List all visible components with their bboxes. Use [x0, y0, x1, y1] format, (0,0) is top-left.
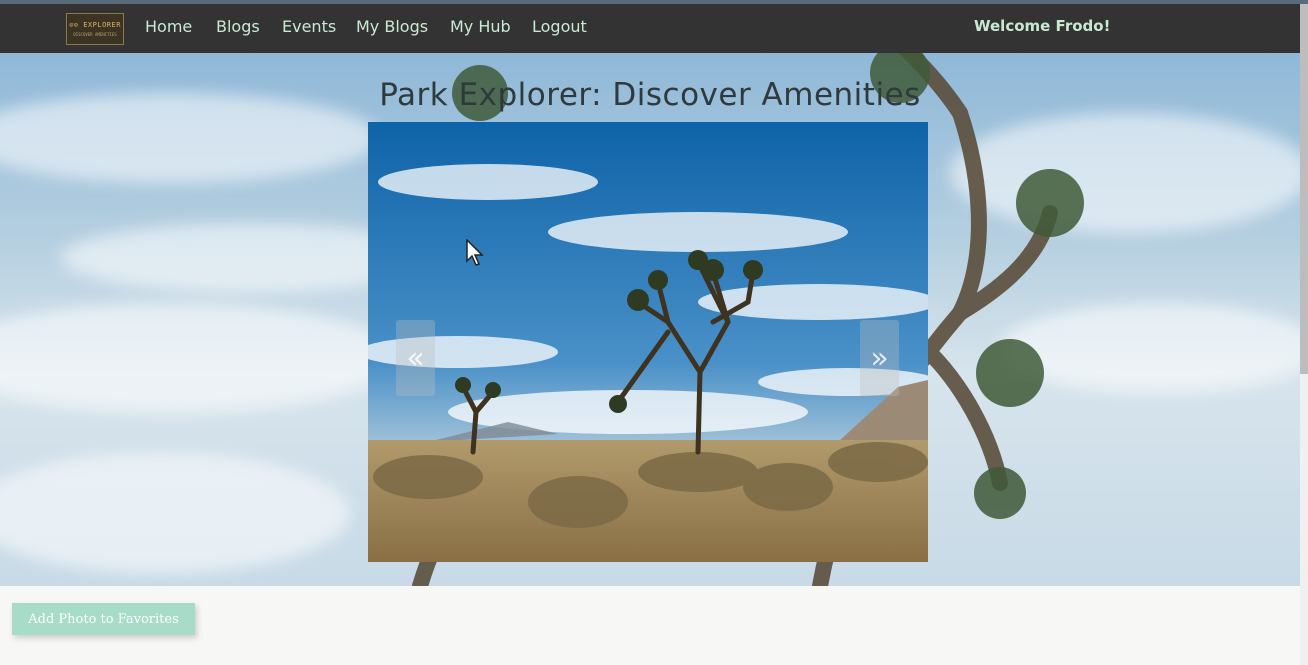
logo-text: ⊙⊙ EXPLORER: [69, 21, 121, 29]
page-title: Park Explorer: Discover Amenities: [379, 77, 921, 113]
welcome-message: Welcome Frodo!: [974, 17, 1111, 35]
nav-blogs-link[interactable]: Blogs: [216, 17, 260, 36]
carousel-next-button[interactable]: »: [860, 320, 899, 396]
nav-logout-link[interactable]: Logout: [532, 17, 587, 36]
add-photo-to-favorites-button[interactable]: Add Photo to Favorites: [12, 603, 195, 635]
logo-tagline: DISCOVER AMENITIES: [73, 32, 117, 37]
photo-carousel[interactable]: « »: [368, 122, 928, 562]
carousel-prev-button[interactable]: «: [396, 320, 435, 396]
nav-events-link[interactable]: Events: [282, 17, 336, 36]
nav-home-link[interactable]: Home: [145, 17, 192, 36]
nav-my-hub-link[interactable]: My Hub: [450, 17, 511, 36]
scrollbar-thumb[interactable]: [1300, 4, 1308, 374]
hero-background: Park Explorer: Discover Amenities « »: [0, 53, 1300, 586]
navbar: ⊙⊙ EXPLORER DISCOVER AMENITIES Home Blog…: [0, 4, 1300, 53]
nav-my-blogs-link[interactable]: My Blogs: [356, 17, 428, 36]
site-logo[interactable]: ⊙⊙ EXPLORER DISCOVER AMENITIES: [66, 13, 124, 45]
carousel-photo: [368, 122, 928, 562]
mouse-cursor-icon: [466, 239, 484, 266]
